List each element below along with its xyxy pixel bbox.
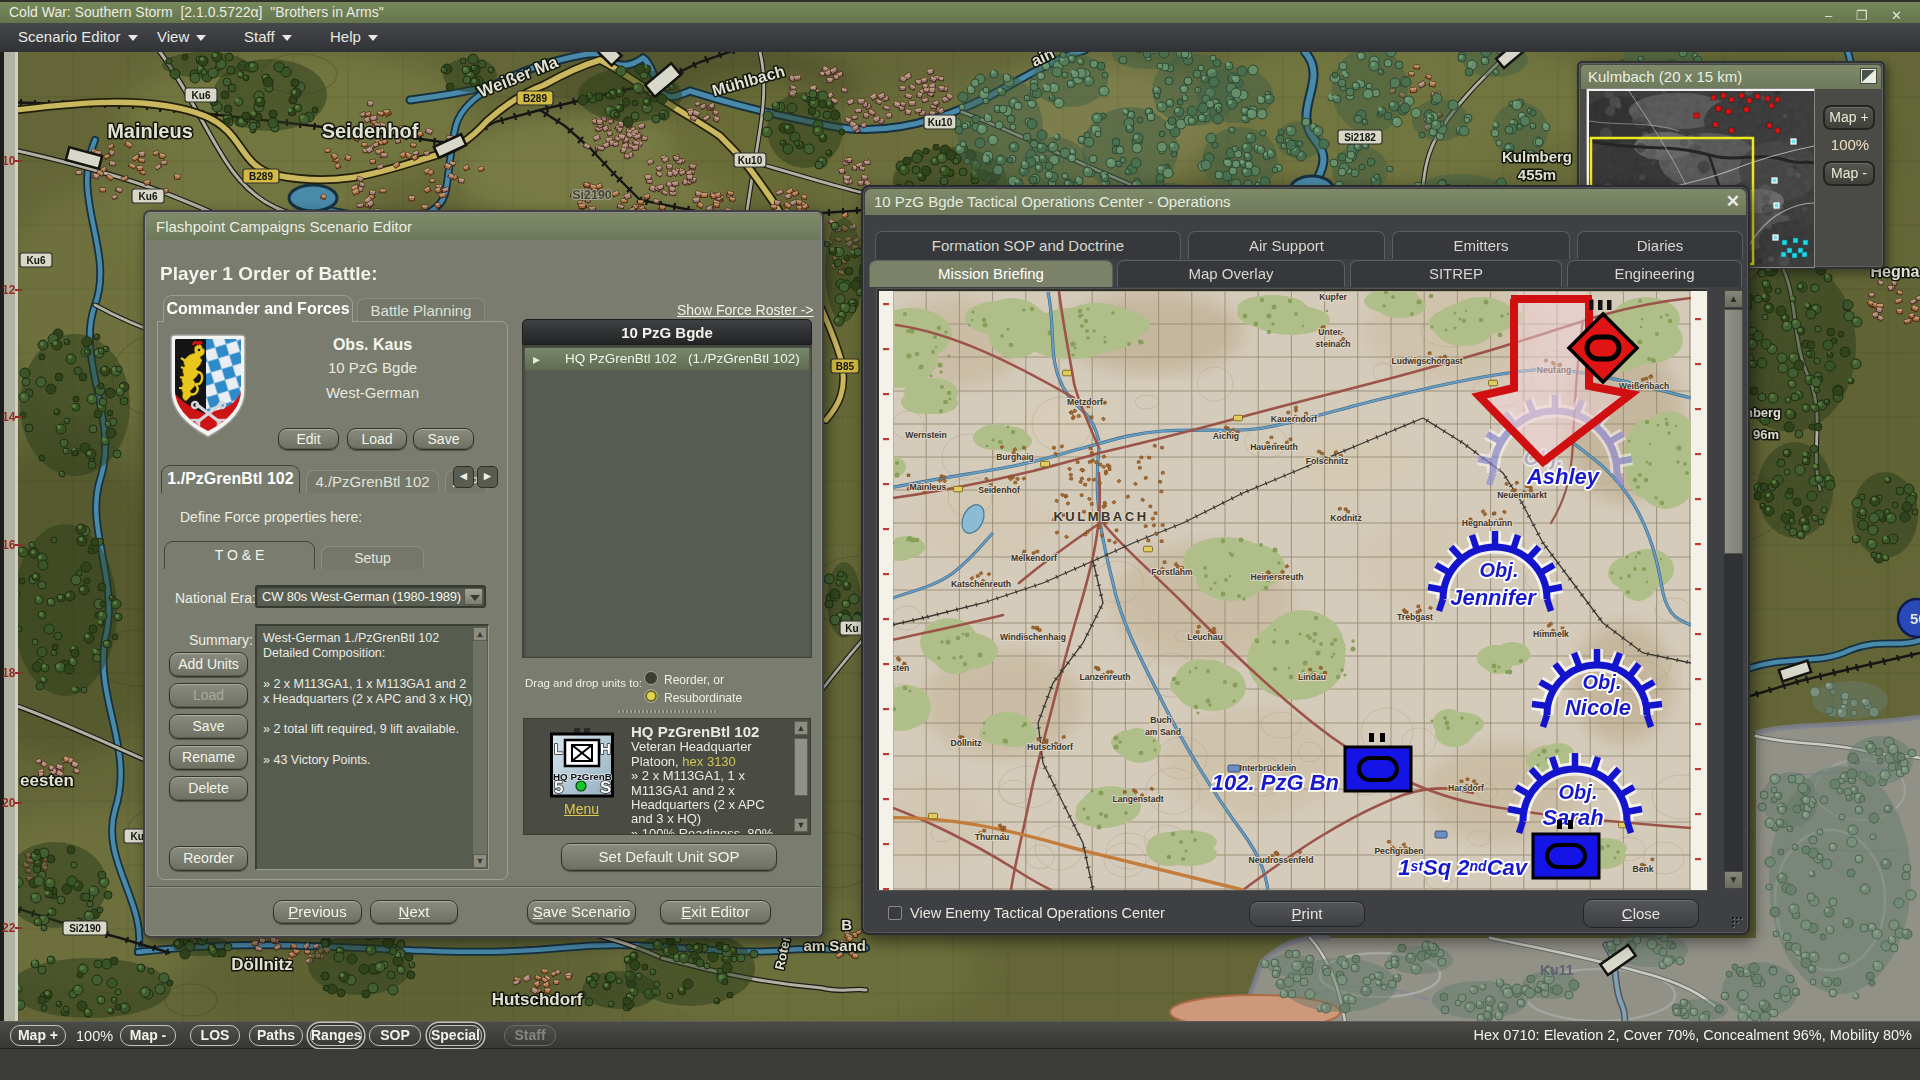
- svg-text:Jennifer: Jennifer: [1450, 585, 1537, 610]
- svg-text:S: S: [600, 778, 611, 797]
- svg-text:L: L: [554, 740, 563, 757]
- svg-text:Obj.: Obj.: [1583, 671, 1622, 693]
- svg-text:5: 5: [554, 778, 563, 797]
- svg-text:Obj.: Obj.: [1480, 559, 1519, 581]
- svg-text:Nicole: Nicole: [1565, 695, 1631, 720]
- svg-text:H: H: [600, 740, 611, 757]
- svg-text:102. PzG Bn: 102. PzG Bn: [1212, 770, 1339, 795]
- svg-text:Obj.: Obj.: [1559, 781, 1598, 803]
- svg-text:Ashley: Ashley: [1526, 464, 1601, 489]
